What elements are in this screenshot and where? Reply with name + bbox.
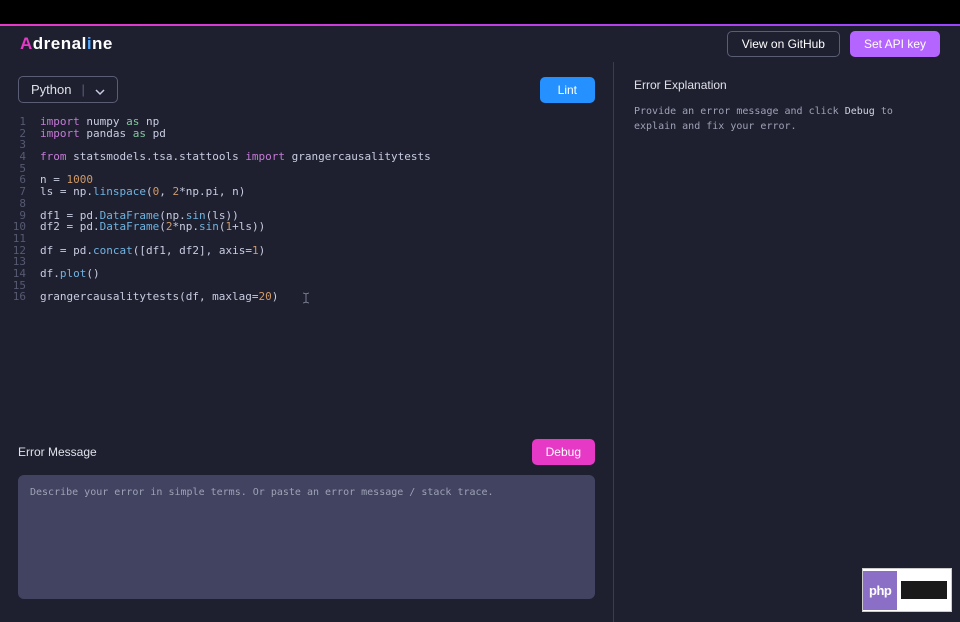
line-number: 7	[0, 183, 26, 195]
php-badge-label: php	[863, 571, 897, 610]
logo-mid: drenal	[33, 34, 87, 53]
set-api-key-button[interactable]: Set API key	[850, 31, 940, 57]
line-number: 6	[0, 171, 26, 183]
logo: Adrenaline	[20, 34, 113, 54]
error-header: Error Message Debug	[18, 439, 595, 465]
select-divider: |	[81, 82, 84, 97]
left-panel: Python | Lint 1 2 3 4 5 6 7 8 9 10 11	[0, 62, 614, 622]
lint-button[interactable]: Lint	[540, 77, 595, 103]
header-buttons: View on GitHub Set API key	[727, 31, 940, 57]
line-number: 3	[0, 136, 26, 148]
right-panel: Error Explanation Provide an error messa…	[614, 62, 960, 622]
line-number: 4	[0, 148, 26, 160]
view-on-github-button[interactable]: View on GitHub	[727, 31, 840, 57]
code-editor[interactable]: 1 2 3 4 5 6 7 8 9 10 11 12 13 14 15 16 i…	[0, 113, 613, 427]
editor-toolbar: Python | Lint	[0, 62, 613, 113]
line-number: 5	[0, 160, 26, 172]
app-header: Adrenaline View on GitHub Set API key	[0, 26, 960, 62]
line-number: 10	[0, 218, 26, 230]
line-number: 9	[0, 207, 26, 219]
line-number: 11	[0, 230, 26, 242]
logo-char-a: A	[20, 34, 33, 53]
php-badge-dark	[901, 581, 947, 599]
explanation-description: Provide an error message and click Debug…	[634, 104, 940, 134]
line-number: 12	[0, 242, 26, 254]
line-number: 2	[0, 125, 26, 137]
chevron-down-icon	[95, 85, 105, 95]
line-number: 1	[0, 113, 26, 125]
main-content: Python | Lint 1 2 3 4 5 6 7 8 9 10 11	[0, 62, 960, 622]
error-title: Error Message	[18, 445, 97, 459]
explanation-highlight: Debug	[845, 106, 875, 117]
explanation-title: Error Explanation	[634, 78, 940, 92]
line-gutter: 1 2 3 4 5 6 7 8 9 10 11 12 13 14 15 16	[0, 113, 34, 427]
line-number: 14	[0, 265, 26, 277]
error-section: Error Message Debug	[0, 427, 613, 622]
line-number: 8	[0, 195, 26, 207]
line-number: 15	[0, 277, 26, 289]
explanation-pre: Provide an error message and click	[634, 106, 845, 117]
language-label: Python	[31, 82, 71, 97]
window-top-bar	[0, 0, 960, 24]
debug-button[interactable]: Debug	[532, 439, 595, 465]
language-select[interactable]: Python |	[18, 76, 118, 103]
php-badge: php	[862, 568, 952, 612]
code-content[interactable]: import numpy as np import pandas as pd f…	[34, 113, 613, 427]
error-textarea[interactable]	[18, 475, 595, 599]
logo-end: ne	[92, 34, 113, 53]
text-cursor-icon	[302, 292, 310, 303]
line-number: 13	[0, 253, 26, 265]
line-number: 16	[0, 288, 26, 300]
